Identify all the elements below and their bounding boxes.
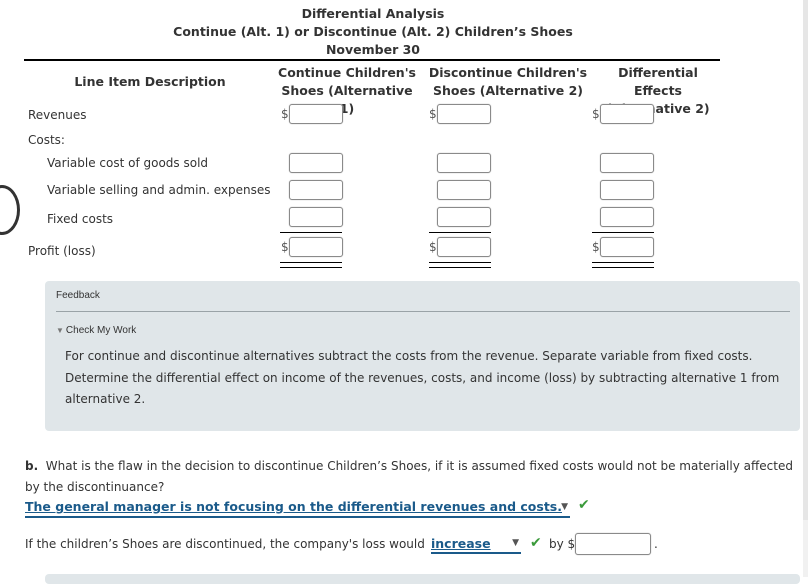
col-head-diff-line1: Differential Effects: [618, 65, 698, 98]
subtotal-rule-diff: [592, 232, 654, 233]
dollar-sign: $: [592, 240, 600, 254]
col-head-alt2: Discontinue Children's Shoes (Alternativ…: [428, 64, 588, 100]
flaw-answer-select[interactable]: The general manager is not focusing on t…: [25, 498, 570, 518]
cell-alt2-profit: $: [429, 237, 493, 259]
row-label-variable-selling: Variable selling and admin. expenses: [47, 183, 271, 197]
check-my-work-label: Check My Work: [65, 325, 137, 336]
dollar-sign: $: [281, 107, 289, 121]
row-label-fixed-costs: Fixed costs: [47, 212, 114, 226]
cell-alt1-profit: $: [281, 237, 345, 259]
dropdown-caret-icon: ▼: [512, 538, 519, 548]
loss-direction-value: increase: [431, 536, 491, 551]
report-subtitle: Continue (Alt. 1) or Discontinue (Alt. 2…: [173, 24, 573, 39]
total-double-rule-diff: [592, 262, 654, 268]
cell-alt1-fixed-costs: [289, 207, 345, 229]
cell-alt2-revenues: $: [429, 104, 493, 126]
sentence-period: .: [654, 537, 658, 551]
cell-diff-variable-cogs: [600, 153, 656, 175]
col-head-alt2-line1: Discontinue Children's: [428, 65, 588, 80]
input-alt2-profit[interactable]: [437, 237, 491, 257]
partial-circle-decoration: [0, 185, 20, 235]
input-alt2-fixed-costs[interactable]: [437, 207, 491, 227]
input-alt2-revenues[interactable]: [437, 104, 491, 124]
subtotal-rule-alt2: [429, 232, 491, 233]
question-b-prefix: b.: [25, 459, 39, 473]
header-rule: [24, 59, 720, 61]
row-label-profit-loss: Profit (loss): [28, 244, 96, 258]
cell-diff-revenues: $: [592, 104, 656, 126]
feedback-divider: [56, 311, 790, 312]
loss-amount-input[interactable]: [575, 533, 651, 555]
total-double-rule-alt1: [280, 262, 342, 268]
question-b: b. What is the flaw in the decision to d…: [25, 456, 800, 498]
cell-diff-variable-selling: [600, 180, 656, 202]
cell-alt2-variable-cogs: [437, 153, 493, 175]
input-alt1-fixed-costs[interactable]: [289, 207, 343, 227]
input-diff-profit[interactable]: [600, 237, 654, 257]
question-b-text: What is the flaw in the decision to disc…: [25, 459, 793, 494]
input-diff-revenues[interactable]: [600, 104, 654, 124]
dollar-sign: $: [429, 240, 437, 254]
cell-diff-profit: $: [592, 237, 656, 259]
flaw-answer-value: The general manager is not focusing on t…: [25, 499, 562, 514]
input-diff-fixed-costs[interactable]: [600, 207, 654, 227]
input-alt2-variable-selling[interactable]: [437, 180, 491, 200]
row-label-variable-cogs: Variable cost of goods sold: [47, 156, 209, 170]
checkmark-icon: ✔: [578, 497, 590, 513]
col-head-alt1-line1: Continue Children's: [278, 65, 416, 80]
total-double-rule-alt2: [429, 262, 491, 268]
cell-alt2-variable-selling: [437, 180, 493, 202]
input-alt2-variable-cogs[interactable]: [437, 153, 491, 173]
input-diff-variable-cogs[interactable]: [600, 153, 654, 173]
input-alt1-revenues[interactable]: [289, 104, 343, 124]
report-date: November 30: [325, 42, 421, 57]
loss-sentence: If the children’s Shoes are discontinued…: [25, 537, 425, 551]
by-dollar-label: by $: [549, 537, 576, 551]
next-panel-edge: [45, 574, 800, 584]
dropdown-caret-icon: ▼: [561, 502, 568, 512]
row-label-costs: Costs:: [28, 133, 65, 147]
loss-direction-select[interactable]: increase ▼: [431, 535, 521, 554]
feedback-title: Feedback: [56, 290, 100, 301]
cell-alt2-fixed-costs: [437, 207, 493, 229]
dollar-sign: $: [592, 107, 600, 121]
dollar-sign: $: [429, 107, 437, 121]
feedback-text: For continue and discontinue alternative…: [65, 349, 780, 406]
check-my-work-toggle[interactable]: ▼ Check My Work: [56, 325, 136, 336]
scrollbar-thumb[interactable]: [803, 0, 808, 520]
checkmark-icon: ✔: [530, 535, 542, 551]
input-alt1-profit[interactable]: [289, 237, 343, 257]
input-alt1-variable-cogs[interactable]: [289, 153, 343, 173]
cell-diff-fixed-costs: [600, 207, 656, 229]
report-title: Differential Analysis: [301, 6, 445, 21]
row-label-revenues: Revenues: [28, 108, 87, 122]
subtotal-rule-alt1: [280, 232, 342, 233]
cell-alt1-variable-selling: [289, 180, 345, 202]
feedback-panel: Feedback ▼ Check My Work For continue and…: [45, 281, 800, 431]
input-alt1-variable-selling[interactable]: [289, 180, 343, 200]
col-head-alt2-line2: Shoes (Alternative 2): [432, 83, 584, 98]
col-head-description: Line Item Description: [74, 74, 226, 89]
input-diff-variable-selling[interactable]: [600, 180, 654, 200]
dollar-sign: $: [281, 240, 289, 254]
cell-alt1-variable-cogs: [289, 153, 345, 175]
cell-alt1-revenues: $: [281, 104, 345, 126]
triangle-down-icon: ▼: [56, 326, 64, 335]
